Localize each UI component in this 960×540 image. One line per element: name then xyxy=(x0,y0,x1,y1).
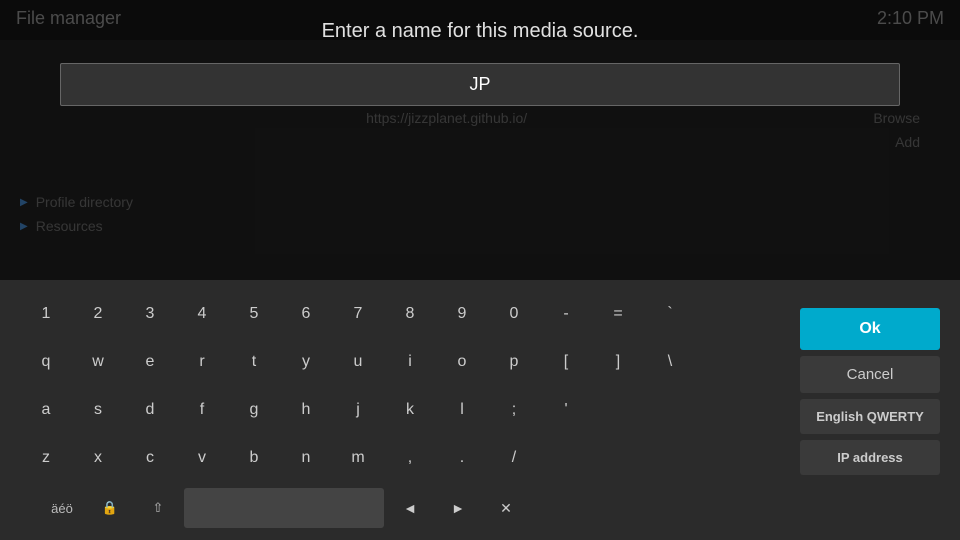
key-right[interactable]: ► xyxy=(436,488,480,528)
key-row-qwerty: q w e r t y u i o p [ ] \ xyxy=(20,340,696,384)
right-panel: Ok Cancel English QWERTY IP address xyxy=(800,308,940,475)
key-i[interactable]: i xyxy=(384,340,436,384)
key-row-zxcv: z x c v b n m , . / xyxy=(20,436,540,480)
key-c[interactable]: c xyxy=(124,436,176,480)
key-t[interactable]: t xyxy=(228,340,280,384)
key-v[interactable]: v xyxy=(176,436,228,480)
key-backspace[interactable]: ✕ xyxy=(484,488,528,528)
key-e[interactable]: e xyxy=(124,340,176,384)
key-x[interactable]: x xyxy=(72,436,124,480)
key-8[interactable]: 8 xyxy=(384,292,436,336)
key-backslash[interactable]: \ xyxy=(644,340,696,384)
key-f[interactable]: f xyxy=(176,388,228,432)
key-a[interactable]: a xyxy=(20,388,72,432)
key-5[interactable]: 5 xyxy=(228,292,280,336)
key-row-asdf: a s d f g h j k l ; ' xyxy=(20,388,592,432)
key-special-chars[interactable]: äéö xyxy=(40,488,84,528)
key-rbracket[interactable]: ] xyxy=(592,340,644,384)
key-d[interactable]: d xyxy=(124,388,176,432)
key-b[interactable]: b xyxy=(228,436,280,480)
key-spacebar[interactable] xyxy=(184,488,384,528)
ip-address-button[interactable]: IP address xyxy=(800,440,940,475)
key-g[interactable]: g xyxy=(228,388,280,432)
key-9[interactable]: 9 xyxy=(436,292,488,336)
key-3[interactable]: 3 xyxy=(124,292,176,336)
name-input[interactable] xyxy=(60,63,900,106)
key-6[interactable]: 6 xyxy=(280,292,332,336)
key-lock[interactable]: 🔒 xyxy=(88,488,132,528)
dialog-input-area[interactable] xyxy=(0,53,960,116)
key-lbracket[interactable]: [ xyxy=(540,340,592,384)
key-shift[interactable]: ⇧ xyxy=(136,488,180,528)
key-r[interactable]: r xyxy=(176,340,228,384)
key-minus[interactable]: - xyxy=(540,292,592,336)
key-2[interactable]: 2 xyxy=(72,292,124,336)
key-left[interactable]: ◄ xyxy=(388,488,432,528)
key-period[interactable]: . xyxy=(436,436,488,480)
key-y[interactable]: y xyxy=(280,340,332,384)
key-s[interactable]: s xyxy=(72,388,124,432)
key-o[interactable]: o xyxy=(436,340,488,384)
key-z[interactable]: z xyxy=(20,436,72,480)
key-equals[interactable]: = xyxy=(592,292,644,336)
key-k[interactable]: k xyxy=(384,388,436,432)
key-m[interactable]: m xyxy=(332,436,384,480)
key-l[interactable]: l xyxy=(436,388,488,432)
key-j[interactable]: j xyxy=(332,388,384,432)
key-comma[interactable]: , xyxy=(384,436,436,480)
key-row-numbers: 1 2 3 4 5 6 7 8 9 0 - = ` xyxy=(20,292,696,336)
key-backtick[interactable]: ` xyxy=(644,292,696,336)
key-semicolon[interactable]: ; xyxy=(488,388,540,432)
key-q[interactable]: q xyxy=(20,340,72,384)
cancel-button[interactable]: Cancel xyxy=(800,356,940,393)
key-7[interactable]: 7 xyxy=(332,292,384,336)
layout-button[interactable]: English QWERTY xyxy=(800,399,940,434)
dialog-top: Enter a name for this media source. xyxy=(0,0,960,53)
key-1[interactable]: 1 xyxy=(20,292,72,336)
key-4[interactable]: 4 xyxy=(176,292,228,336)
key-0[interactable]: 0 xyxy=(488,292,540,336)
key-quote[interactable]: ' xyxy=(540,388,592,432)
ok-button[interactable]: Ok xyxy=(800,308,940,350)
key-u[interactable]: u xyxy=(332,340,384,384)
dialog-title: Enter a name for this media source. xyxy=(20,20,940,43)
keyboard-bottom-bar: äéö 🔒 ⇧ ◄ ► ✕ xyxy=(20,484,528,532)
key-n[interactable]: n xyxy=(280,436,332,480)
key-w[interactable]: w xyxy=(72,340,124,384)
key-h[interactable]: h xyxy=(280,388,332,432)
key-p[interactable]: p xyxy=(488,340,540,384)
key-slash[interactable]: / xyxy=(488,436,540,480)
